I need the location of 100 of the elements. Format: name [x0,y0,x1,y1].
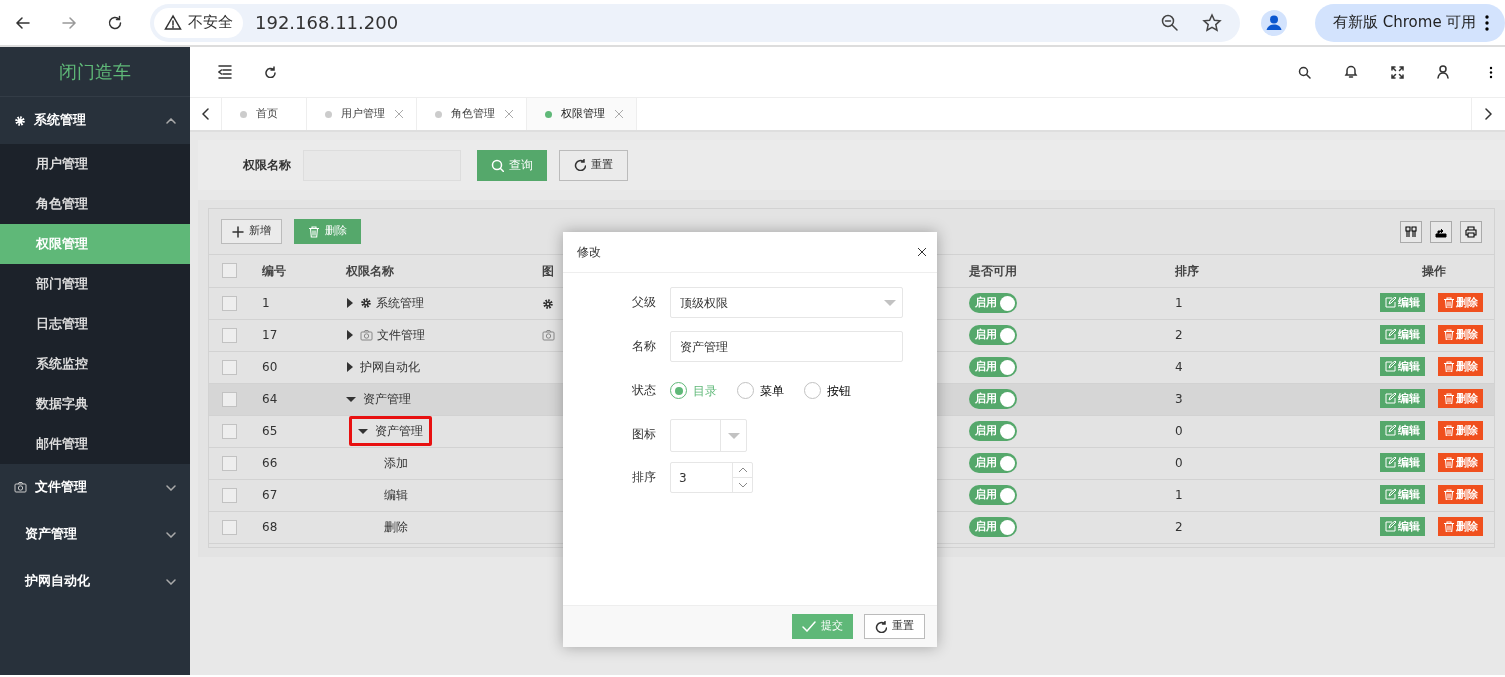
sidebar-subitem[interactable]: 角色管理 [0,184,190,224]
radio-option[interactable]: 目录 [670,375,717,406]
reset-button[interactable]: 重置 [559,149,628,181]
delete-button[interactable]: 删除 [294,219,361,244]
status-toggle[interactable]: 启用 [969,293,1017,314]
edit-button[interactable]: 编辑 [1380,453,1425,472]
number-field[interactable]: 3 [670,462,753,493]
bell-icon[interactable] [1344,65,1358,79]
security-chip[interactable]: 不安全 [154,7,243,38]
edit-icon [1385,457,1396,468]
reset-button[interactable]: 重置 [864,614,925,639]
edit-button[interactable]: 编辑 [1380,485,1425,504]
more-icon[interactable] [1489,65,1493,79]
radio-option[interactable]: 按钮 [804,375,851,406]
sidebar-subitem[interactable]: 日志管理 [0,304,190,344]
trash-icon [1443,361,1454,372]
prev-tab-icon[interactable] [202,108,209,120]
status-toggle[interactable]: 启用 [969,517,1017,538]
sidebar-subitem[interactable]: 权限管理 [0,224,190,264]
dialog-title: 修改 [577,244,601,261]
expand-arrow-icon[interactable] [346,298,353,308]
fullscreen-icon[interactable] [1391,65,1404,79]
submit-button[interactable]: 提交 [792,614,853,639]
radio-option[interactable]: 菜单 [737,375,784,406]
tab[interactable]: 权限管理 [527,98,637,130]
profile-icon[interactable] [1261,9,1287,36]
collapse-arrow-icon[interactable] [358,428,368,434]
status-toggle[interactable]: 启用 [969,325,1017,346]
edit-icon [1385,329,1396,340]
delete-button[interactable]: 删除 [1438,389,1483,408]
sidebar-item[interactable]: 资产管理 [0,511,190,558]
next-tab-icon[interactable] [1485,108,1492,120]
zoom-icon[interactable] [1160,12,1180,33]
collapse-menu-icon[interactable] [218,64,232,80]
edit-button[interactable]: 编辑 [1380,293,1425,312]
checkbox[interactable] [222,423,237,439]
checkbox[interactable] [222,263,237,279]
icon-select-field[interactable] [670,419,747,452]
table-cell: 4 [1175,360,1183,374]
checkbox[interactable] [222,455,237,471]
edit-button[interactable]: 编辑 [1380,357,1425,376]
delete-button[interactable]: 删除 [1438,357,1483,376]
sidebar-item[interactable]: 护网自动化 [0,558,190,605]
checkbox[interactable] [222,295,237,311]
select-field[interactable]: 顶级权限 [670,287,903,318]
sidebar-subitem[interactable]: 用户管理 [0,144,190,184]
more-icon[interactable] [1484,13,1491,32]
expand-arrow-icon[interactable] [346,362,353,372]
edit-button[interactable]: 编辑 [1380,389,1425,408]
add-button[interactable]: 新增 [221,219,282,244]
delete-button[interactable]: 删除 [1438,325,1483,344]
tab[interactable]: 用户管理 [307,98,417,130]
tab[interactable]: 首页 [222,98,307,130]
camera-icon [360,328,373,342]
status-toggle[interactable]: 启用 [969,485,1017,506]
edit-button[interactable]: 编辑 [1380,325,1425,344]
edit-icon [1385,489,1396,500]
status-toggle[interactable]: 启用 [969,421,1017,442]
user-icon[interactable] [1437,65,1449,79]
edit-button[interactable]: 编辑 [1380,421,1425,440]
columns-button[interactable] [1400,220,1422,243]
checkbox[interactable] [222,391,237,407]
search-icon[interactable] [1298,65,1311,79]
query-button[interactable]: 查询 [477,149,547,181]
sidebar-subitem[interactable]: 部门管理 [0,264,190,304]
table-cell: 0 [1175,424,1183,438]
sidebar-item[interactable]: 文件管理 [0,464,190,511]
table-cell: 60 [262,360,278,374]
text-field[interactable]: 资产管理 [670,331,903,362]
update-button[interactable]: 有新版 Chrome 可用 [1315,3,1505,42]
sidebar-subitem[interactable]: 系统监控 [0,344,190,384]
bookmark-star-icon[interactable] [1202,12,1222,33]
delete-button[interactable]: 删除 [1438,453,1483,472]
delete-button[interactable]: 删除 [1438,421,1483,440]
status-toggle[interactable]: 启用 [969,357,1017,378]
checkbox[interactable] [222,519,237,535]
sidebar-item[interactable]: 系统管理 [0,97,190,144]
edit-button[interactable]: 编辑 [1380,517,1425,536]
decrement-icon[interactable] [737,482,748,488]
trash-icon [308,225,320,238]
sidebar-subitem[interactable]: 邮件管理 [0,424,190,464]
expand-arrow-icon[interactable] [346,330,353,340]
collapse-arrow-icon[interactable] [346,396,356,402]
checkbox[interactable] [222,327,237,343]
delete-button[interactable]: 删除 [1438,293,1483,312]
reload-icon[interactable] [106,13,124,32]
status-toggle[interactable]: 启用 [969,453,1017,474]
increment-icon[interactable] [737,467,748,473]
status-toggle[interactable]: 启用 [969,389,1017,410]
delete-button[interactable]: 删除 [1438,517,1483,536]
refresh-icon[interactable] [264,66,276,78]
export-button[interactable] [1430,220,1452,243]
sidebar-subitem[interactable]: 数据字典 [0,384,190,424]
trash-icon [1443,489,1454,500]
checkbox[interactable] [222,359,237,375]
camera-icon [14,481,27,494]
close-icon[interactable] [917,247,927,257]
delete-button[interactable]: 删除 [1438,485,1483,504]
print-button[interactable] [1460,220,1482,243]
checkbox[interactable] [222,487,237,503]
